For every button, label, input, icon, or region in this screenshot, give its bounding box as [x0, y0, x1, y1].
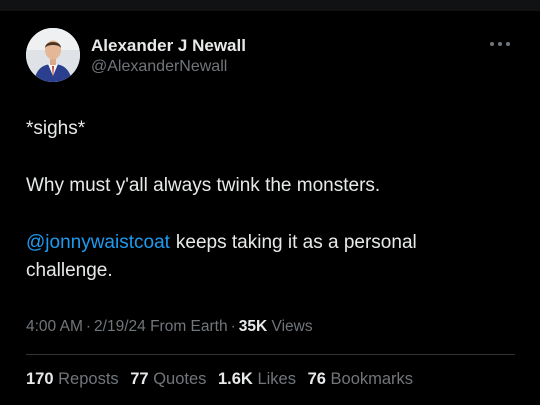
meta-separator: ·	[230, 318, 236, 335]
tweet-date[interactable]: 2/19/24	[94, 318, 146, 335]
tweet-line: @jonnywaistcoat keeps taking it as a pers…	[26, 229, 506, 285]
views-count: 35K	[238, 318, 268, 335]
likes-label: Likes	[257, 370, 296, 388]
tweet-line: *sighs*	[26, 118, 86, 139]
tweet-time[interactable]: 4:00 AM	[26, 318, 83, 335]
author-name[interactable]: Alexander J Newall	[91, 36, 246, 56]
tweet-text: *sighs* Why must y'all always twink the …	[26, 115, 506, 285]
likes-stat[interactable]: 1.6K Likes	[218, 370, 296, 388]
quotes-label: Quotes	[153, 370, 207, 388]
tweet-line: Why must y'all always twink the monsters…	[26, 175, 381, 196]
divider	[26, 354, 515, 355]
mention-link[interactable]: @jonnywaistcoat	[26, 232, 170, 253]
bookmarks-label: Bookmarks	[330, 370, 414, 388]
bookmarks-stat[interactable]: 76 Bookmarks	[308, 370, 413, 388]
tweet-stats: 170 Reposts 77 Quotes 1.6K Likes 76 Book…	[26, 370, 420, 389]
reposts-count: 170	[26, 370, 54, 388]
views-label: Views	[271, 318, 313, 335]
tweet-meta: 4:00 AM · 2/19/24 From Earth · 35K Views	[26, 318, 313, 336]
avatar[interactable]	[26, 28, 80, 82]
tweet-header: Alexander J Newall @AlexanderNewall	[26, 28, 516, 84]
more-options-icon[interactable]	[490, 38, 512, 50]
quotes-stat[interactable]: 77 Quotes	[130, 370, 206, 388]
reposts-stat[interactable]: 170 Reposts	[26, 370, 119, 388]
reposts-label: Reposts	[58, 370, 119, 388]
tweet-location: From Earth	[150, 318, 228, 335]
top-strip	[0, 0, 540, 11]
author-handle[interactable]: @AlexanderNewall	[91, 58, 227, 76]
quotes-count: 77	[130, 370, 149, 388]
bookmarks-count: 76	[307, 370, 326, 388]
likes-count: 1.6K	[218, 370, 253, 388]
meta-separator: ·	[85, 318, 92, 335]
